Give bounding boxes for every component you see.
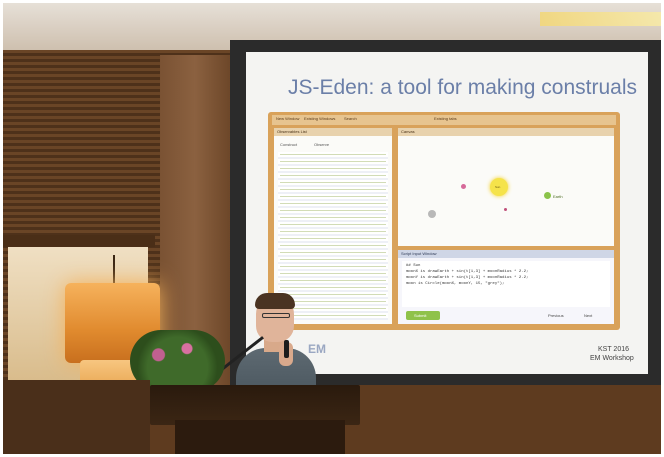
footer-logo: EM [308,342,326,356]
menu-search[interactable]: Search [344,116,357,121]
script-panel: Script Input Window ## Sun moonX is draw… [398,250,614,324]
ceiling-light [540,12,664,26]
menu-existing-windows[interactable]: Existing Windows [304,116,335,121]
footer-workshop: EM Workshop [590,355,634,362]
menu-new-window[interactable]: New Window [276,116,299,121]
script-line-4: moon is Circle(moonX, moonY, 15, "grey")… [406,282,505,286]
wall-lower-left [0,380,150,457]
observables-col-observe: Observe [314,142,330,147]
observables-col-construct: Construct [280,142,298,147]
planet-small [504,208,507,211]
canvas-titlebar: Canvas [398,128,614,136]
window-menubar: New Window Existing Windows Search Exist… [272,115,616,125]
previous-button[interactable]: Previous [548,313,564,318]
lamp-cord [113,255,115,285]
conference-photo: JS-Eden: a tool for making construals Ne… [0,0,664,457]
script-titlebar: Script Input Window [398,250,614,258]
observable-rows [280,152,386,320]
slide-title: JS-Eden: a tool for making construals [288,76,638,99]
script-editor[interactable]: ## Sun moonX is drawEarth + sin(t[1,3] +… [402,261,610,307]
sun-label: Sun [495,185,501,189]
next-button[interactable]: Next [584,313,592,318]
canvas-title: Canvas [401,129,415,134]
projection-screen: JS-Eden: a tool for making construals Ne… [246,52,648,374]
podium-body [175,420,345,457]
observables-titlebar: Observables List [274,128,392,136]
script-line-2: moonX is drawEarth + sin(t[1,3] + moonRa… [406,270,529,274]
script-line-3: moonY is drawEarth + sin(t[1,3] + moonRa… [406,276,529,280]
doorway-frame [0,235,155,247]
observables-list[interactable] [278,152,388,320]
moon-grey [428,210,436,218]
observables-title: Observables List [277,129,307,134]
speaker-hair [255,293,295,309]
submit-button[interactable]: Submit [406,311,440,320]
script-title: Script Input Window [401,251,437,256]
footer-event: KST 2016 [598,346,630,353]
observables-panel: Observables List Construct Observe [274,128,392,324]
planet-pink [461,184,466,189]
earth-circle [544,192,551,199]
podium-top [150,385,360,425]
submit-label: Submit [414,313,427,318]
handheld-microphone [284,340,289,358]
center-tab[interactable]: Existing tabs [434,116,457,121]
app-window: New Window Existing Windows Search Exist… [268,112,620,330]
script-line-1: ## Sun [406,264,421,268]
speaker-glasses [262,313,290,318]
canvas-panel: Canvas Sun Earth [398,128,614,246]
earth-label: Earth [553,194,563,199]
